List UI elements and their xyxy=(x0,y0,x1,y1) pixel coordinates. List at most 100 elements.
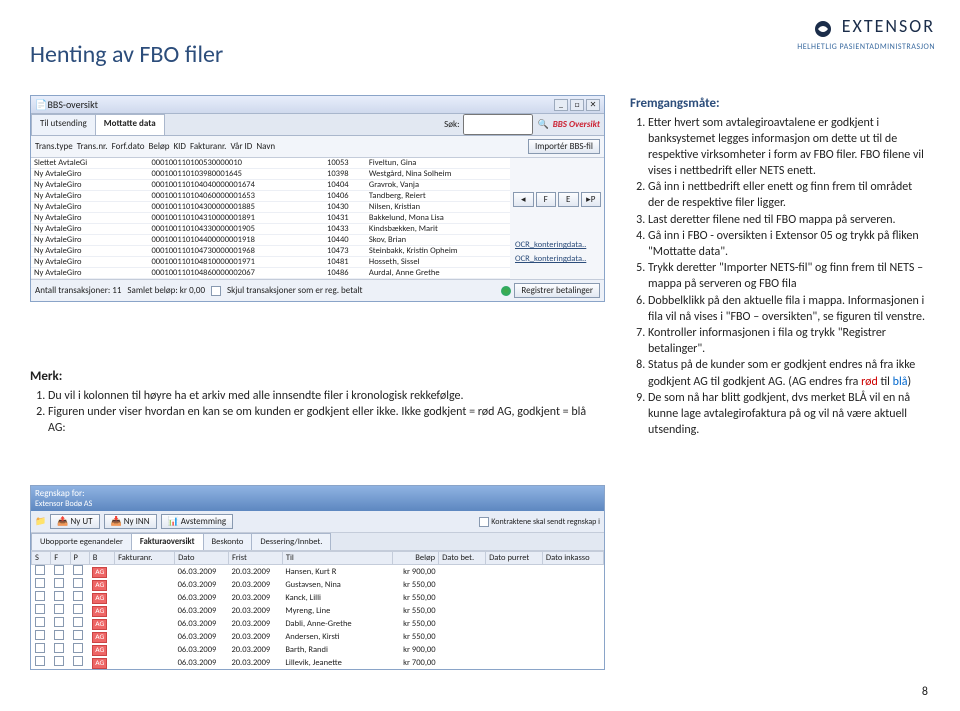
faktura-header: Regnskap for: Extensor Bodø AS xyxy=(31,486,604,511)
col-navn: Navn xyxy=(256,141,275,152)
frem-item: Last deretter filene ned til FBO mappa p… xyxy=(648,212,930,228)
table-row[interactable]: Ny AvtaleGiro000100110104310000001891104… xyxy=(31,213,510,224)
table-row[interactable]: Ny AvtaleGiro000100110104400000001918104… xyxy=(31,235,510,246)
brand-logo: EXTENSOR HELHETLIG PASIENTADMINISTRASJON xyxy=(797,15,935,52)
merk-heading: Merk: xyxy=(30,368,590,386)
table-row[interactable]: AG06.03.200920.03.2009Myreng, Linekr 550… xyxy=(32,604,604,617)
import-bbs-button[interactable]: Importér BBS-fil xyxy=(528,139,600,154)
tab-til-utsending[interactable]: Til utsending xyxy=(31,114,96,135)
table-row[interactable]: AG06.03.200920.03.2009Kanck, Lillikr 550… xyxy=(32,591,604,604)
col-transtype: Trans.type xyxy=(35,141,73,152)
col-forfdato: Forf.dato xyxy=(112,141,145,152)
register-payments-button[interactable]: Registrer betalinger xyxy=(514,283,600,298)
search-label: Søk: xyxy=(444,119,459,130)
nav-f-button[interactable]: F xyxy=(536,192,557,207)
table-row[interactable]: Ny AvtaleGiro000100110104040000001674104… xyxy=(31,180,510,191)
frem-item: Status på de kunder som er godkjent endr… xyxy=(648,357,930,389)
table-row[interactable]: AG06.03.200920.03.2009Hansen, Kurt Rkr 9… xyxy=(32,565,604,579)
table-row[interactable]: AG06.03.200920.03.2009Barth, Randikr 900… xyxy=(32,643,604,656)
table-row[interactable]: Ny AvtaleGiro000100110104730000001968104… xyxy=(31,246,510,257)
table-row[interactable]: Ny AvtaleGiro000100110104300000001885104… xyxy=(31,202,510,213)
bbs-window: 📄 BBS-oversikt _ □ ✕ Til utsending Motta… xyxy=(30,95,605,302)
search-input[interactable] xyxy=(463,114,533,135)
window-title: BBS-oversikt xyxy=(47,98,554,111)
frem-item: Etter hvert som avtalegiroavtalene er go… xyxy=(648,115,930,180)
merk-item: Figuren under viser hvordan en kan se om… xyxy=(48,404,590,436)
tab-dessering[interactable]: Dessering/Innbet. xyxy=(251,533,331,550)
sum-amount: Samlet beløp: kr 0,00 xyxy=(127,285,205,296)
merk-section: Merk: Du vil i kolonnen til høyre ha et … xyxy=(30,368,590,436)
check-icon xyxy=(501,286,511,296)
ag-badge: AG xyxy=(92,580,107,591)
faktura-header-label: Regnskap for: xyxy=(35,488,600,499)
file-link-2[interactable]: OCR_konteringdata.. xyxy=(513,253,601,265)
col-dato: Dato xyxy=(175,552,229,565)
nav-e-button[interactable]: E xyxy=(558,192,579,207)
frem-item: Kontroller informasjonen i fila og trykk… xyxy=(648,325,930,357)
table-row[interactable]: Ny AvtaleGiro000100110104810000001971104… xyxy=(31,257,510,268)
ny-ut-button[interactable]: 📤 Ny UT xyxy=(50,514,99,529)
maximize-button[interactable]: □ xyxy=(570,99,584,111)
faktura-window: Regnskap for: Extensor Bodø AS 📁 📤 Ny UT… xyxy=(30,485,605,670)
col-frist: Frist xyxy=(228,552,282,565)
ag-badge: AG xyxy=(92,606,107,617)
col-kid: KID xyxy=(173,141,185,152)
col-p: P xyxy=(70,552,89,565)
fremgangsmate-section: Fremgangsmåte: Etter hvert som avtalegir… xyxy=(630,95,930,438)
frem-heading: Fremgangsmåte: xyxy=(630,95,930,113)
col-vaarid: Vår ID xyxy=(230,141,252,152)
nav-first-button[interactable]: ◂ xyxy=(513,192,534,207)
ny-inn-button[interactable]: 📥 Ny INN xyxy=(104,514,157,529)
faktura-table: S F P B Fakturanr. Dato Frist Til Beløp … xyxy=(31,551,604,669)
minimize-button[interactable]: _ xyxy=(554,99,568,111)
table-row[interactable]: Ny AvtaleGiro000100110104860000002067104… xyxy=(31,268,510,279)
page-title: Henting av FBO filer xyxy=(30,40,223,69)
table-row[interactable]: AG06.03.200920.03.2009Andersen, Kirstikr… xyxy=(32,630,604,643)
col-fakturanr: Fakturanr. xyxy=(115,552,175,565)
col-s: S xyxy=(32,552,51,565)
col-b: B xyxy=(89,552,114,565)
kontrakt-note: Kontraktene skal sendt regnskap i xyxy=(479,517,600,527)
tab-mottatte-data[interactable]: Mottatte data xyxy=(95,114,165,135)
ag-badge: AG xyxy=(92,567,107,578)
table-row[interactable]: Ny AvtaleGiro00010011010398000164510398W… xyxy=(31,169,510,180)
frem-item: Gå inn i nettbedrift eller enett og finn… xyxy=(648,179,930,211)
close-button[interactable]: ✕ xyxy=(586,99,600,111)
logo-icon xyxy=(813,19,833,39)
table-row[interactable]: Slettet AvtaleGi000100110100530000010100… xyxy=(31,158,510,169)
table-row[interactable]: AG06.03.200920.03.2009Gustavsen, Ninakr … xyxy=(32,578,604,591)
file-link-1[interactable]: OCR_konteringdata.. xyxy=(513,239,601,251)
col-belop: Beløp xyxy=(392,552,438,565)
tab-fakturaoversikt[interactable]: Fakturaoversikt xyxy=(131,533,204,550)
table-row[interactable]: AG06.03.200920.03.2009Dabli, Anne-Grethe… xyxy=(32,617,604,630)
col-f: F xyxy=(51,552,70,565)
hide-paid-checkbox[interactable] xyxy=(211,286,221,296)
ag-badge: AG xyxy=(92,658,107,669)
table-row[interactable]: Ny AvtaleGiro000100110104060000001653104… xyxy=(31,191,510,202)
table-row[interactable]: AG06.03.200920.03.2009Lillevik, Jeanette… xyxy=(32,656,604,669)
frem-item: Dobbelklikk på den aktuelle fila i mappa… xyxy=(648,293,930,325)
col-transnr: Trans.nr. xyxy=(77,141,108,152)
table-row[interactable]: Ny AvtaleGiro000100110104330000001905104… xyxy=(31,224,510,235)
hide-paid-label: Skjul transaksjoner som er reg. betalt xyxy=(227,285,363,296)
frem-item: Trykk deretter "Importer NETS-fil" og fi… xyxy=(648,260,930,292)
col-datoinkasso: Dato inkasso xyxy=(542,552,603,565)
tab-beskonto[interactable]: Beskonto xyxy=(203,533,253,550)
brand-name: EXTENSOR xyxy=(842,15,935,37)
col-datobet: Dato bet. xyxy=(439,552,486,565)
folder-icon[interactable]: 📁 xyxy=(35,516,46,527)
frem-item: Gå inn i FBO - oversikten i Extensor 05 … xyxy=(648,228,930,260)
col-belop: Beløp xyxy=(149,141,170,152)
page-number: 8 xyxy=(922,685,928,699)
avstemming-button[interactable]: 📊 Avstemming xyxy=(161,514,234,529)
col-til: Til xyxy=(282,552,392,565)
ag-badge: AG xyxy=(92,645,107,656)
ag-badge: AG xyxy=(92,632,107,643)
brand-sub: HELHETLIG PASIENTADMINISTRASJON xyxy=(797,42,935,52)
ag-badge: AG xyxy=(92,619,107,630)
bbs-data-table: Slettet AvtaleGi000100110100530000010100… xyxy=(31,158,510,279)
merk-item: Du vil i kolonnen til høyre ha et arkiv … xyxy=(48,388,590,404)
nav-p-button[interactable]: ▸P xyxy=(581,192,602,207)
tab-ubopporte[interactable]: Ubopporte egenandeler xyxy=(31,533,132,550)
search-icon[interactable]: 🔍 xyxy=(537,119,548,130)
